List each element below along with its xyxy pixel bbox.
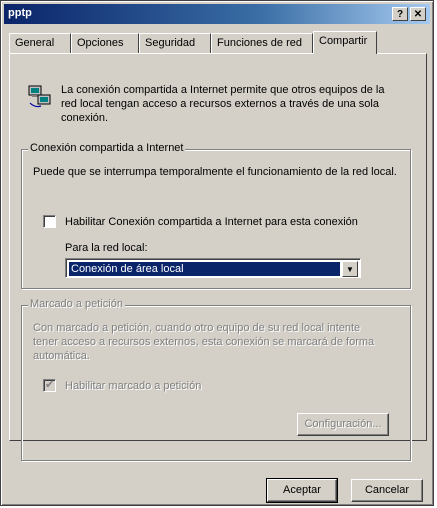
cancel-button[interactable]: Cancelar xyxy=(351,479,423,502)
dod-group-legend: Marcado a petición xyxy=(28,298,125,310)
window-title: pptp xyxy=(8,7,32,19)
tab-compartir[interactable]: Compartir xyxy=(313,31,377,54)
lan-connection-select[interactable]: Conexión de área local ▼ xyxy=(65,258,361,278)
ok-button[interactable]: Aceptar xyxy=(266,478,338,503)
lan-selected-value: Conexión de área local xyxy=(69,262,340,276)
ics-enable-label[interactable]: Habilitar Conexión compartida a Internet… xyxy=(65,215,358,229)
chevron-down-icon[interactable]: ▼ xyxy=(342,261,358,277)
ics-enable-checkbox[interactable] xyxy=(43,215,56,228)
lan-label: Para la red local: xyxy=(65,242,148,254)
intro-description: La conexión compartida a Internet permit… xyxy=(61,84,385,124)
title-bar[interactable]: pptp ? ✕ xyxy=(4,4,430,24)
close-button[interactable]: ✕ xyxy=(410,7,426,21)
help-button[interactable]: ? xyxy=(392,7,408,21)
ics-group-legend: Conexión compartida a Internet xyxy=(28,142,186,154)
dialog-window: pptp ? ✕ General Opciones Seguridad Func… xyxy=(0,0,434,506)
tab-general[interactable]: General xyxy=(9,33,71,53)
tab-funciones-de-red[interactable]: Funciones de red xyxy=(211,33,313,53)
settings-button: Configuración... xyxy=(297,413,389,436)
tab-opciones[interactable]: Opciones xyxy=(71,33,139,53)
dod-description: Con marcado a petición, cuando otro equi… xyxy=(33,322,375,362)
dod-enable-checkbox: ✔ xyxy=(43,379,56,392)
ics-description: Puede que se interrumpa temporalmente el… xyxy=(33,166,397,178)
dod-enable-label: Habilitar marcado a petición xyxy=(65,380,202,392)
network-computers-icon xyxy=(28,85,51,108)
tab-seguridad[interactable]: Seguridad xyxy=(139,33,211,53)
